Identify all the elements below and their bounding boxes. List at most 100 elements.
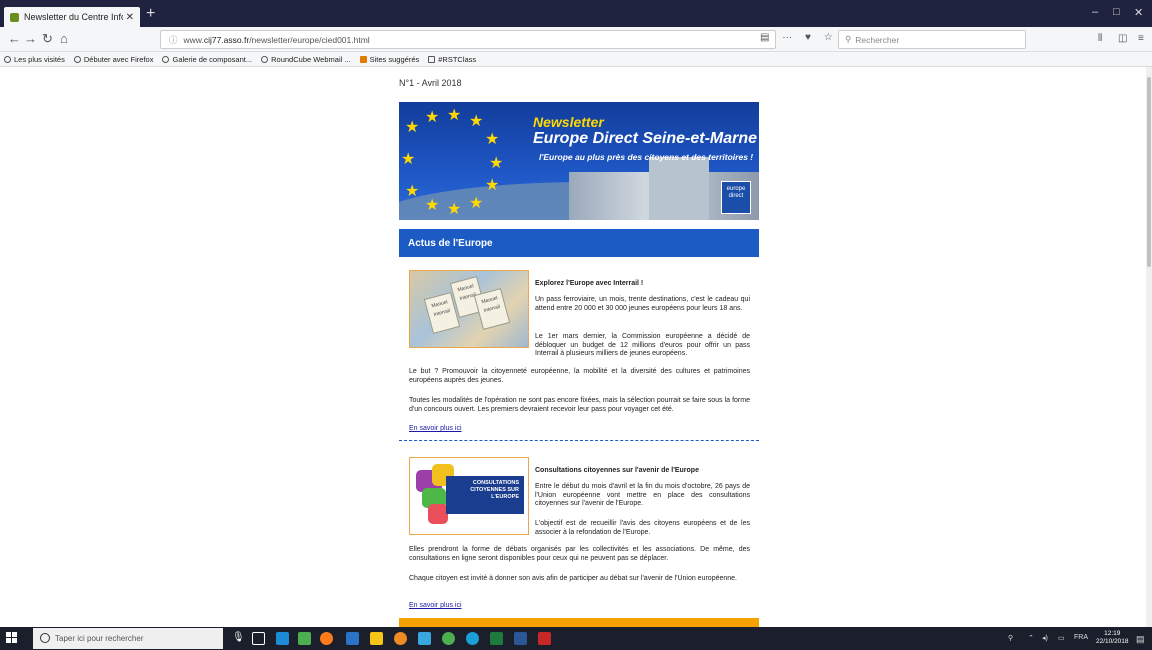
speech-bubble-image xyxy=(428,504,448,524)
globe-icon xyxy=(162,55,170,63)
chrome-icon[interactable] xyxy=(442,632,455,645)
edge-icon[interactable] xyxy=(276,632,289,645)
notifications-icon[interactable]: ▤ xyxy=(1136,634,1145,645)
star-icon: ★ xyxy=(447,201,462,218)
bookmark-label: Galerie de composant... xyxy=(172,54,253,64)
bookmark-item[interactable]: Débuter avec Firefox xyxy=(73,54,154,64)
star-icon: ★ xyxy=(489,155,504,172)
app-icon[interactable] xyxy=(466,632,479,645)
close-tab-icon[interactable]: ✕ xyxy=(126,12,134,23)
browser-titlebar: Newsletter du Centre Informati ✕ + – □ ✕ xyxy=(0,0,1152,27)
search-icon: ⚲ xyxy=(845,34,852,44)
gear-icon xyxy=(4,55,11,63)
parliament-tower-image xyxy=(649,157,709,220)
network-icon[interactable]: ▭ xyxy=(1058,634,1065,642)
consultations-label: CONSULTATIONS CITOYENNES SUR L'EUROPE xyxy=(446,476,524,514)
globe-icon xyxy=(73,55,81,63)
consultations-thumbnail: CONSULTATIONS CITOYENNES SUR L'EUROPE xyxy=(409,457,529,535)
article-separator xyxy=(399,440,759,441)
star-icon: ★ xyxy=(469,195,484,212)
firefox-icon[interactable] xyxy=(320,632,333,645)
acrobat-icon[interactable] xyxy=(538,632,551,645)
issue-number: N°1 - Avril 2018 xyxy=(399,78,462,88)
bookmark-item[interactable]: Les plus visités xyxy=(4,55,65,64)
taskbar: Taper ici pour rechercher 🎙 ⚲ ⌃ ◂) ▭ FRA… xyxy=(0,627,1152,650)
read-more-link[interactable]: En savoir plus ici xyxy=(409,602,462,611)
maximize-button[interactable]: □ xyxy=(1113,6,1120,18)
store-icon[interactable] xyxy=(370,632,383,645)
cortana-icon xyxy=(40,633,50,643)
article-paragraph: Chaque citoyen est invité à donner son a… xyxy=(409,575,737,582)
bookmark-item[interactable]: Sites suggérés xyxy=(359,54,420,64)
close-window-button[interactable]: ✕ xyxy=(1134,6,1143,19)
back-icon[interactable]: ← xyxy=(8,31,21,47)
bookmark-item[interactable]: Galerie de composant... xyxy=(162,55,252,64)
banner-tagline: l'Europe au plus près des citoyens et de… xyxy=(539,152,754,162)
banner-title: Newsletter xyxy=(533,114,604,130)
search-placeholder: Rechercher xyxy=(855,34,900,45)
minimize-button[interactable]: – xyxy=(1092,6,1098,18)
taskbar-search-input[interactable]: Taper ici pour rechercher xyxy=(33,628,223,649)
bookmark-label: Débuter avec Firefox xyxy=(83,54,154,64)
language-indicator[interactable]: FRA xyxy=(1074,634,1088,641)
bookmarks-bar: Les plus visités Débuter avec Firefox Ga… xyxy=(0,52,1152,67)
suggested-sites-icon xyxy=(359,55,367,63)
star-icon: ★ xyxy=(401,151,416,168)
reload-icon[interactable]: ↻ xyxy=(42,31,53,47)
url-bar[interactable]: ⓘ www. cij77.asso.fr/newsletter/europe/ci… xyxy=(160,30,776,49)
bookmark-star-icon[interactable]: ☆ xyxy=(824,32,833,43)
sidebar-icon[interactable]: ◫ xyxy=(1118,33,1127,44)
page-actions-icon[interactable]: ··· xyxy=(782,32,792,43)
article-paragraph: Un pass ferroviaire, un mois, trente des… xyxy=(535,296,750,312)
article-paragraph: Elles prendront la forme de débats organ… xyxy=(409,546,750,562)
microphone-icon[interactable]: 🎙 xyxy=(232,632,245,645)
article-paragraph: Toutes les modalités de l'opération ne s… xyxy=(409,397,750,413)
app-icon[interactable] xyxy=(298,632,311,645)
bookmark-label: Sites suggérés xyxy=(369,54,420,64)
windows-start-icon[interactable] xyxy=(6,632,18,644)
next-section-header xyxy=(399,618,759,627)
excel-icon[interactable] xyxy=(490,632,503,645)
app-icon[interactable] xyxy=(394,632,407,645)
star-icon: ★ xyxy=(405,119,420,136)
europe-direct-logo: europe direct xyxy=(721,181,751,214)
search-input[interactable]: ⚲ Rechercher xyxy=(838,30,1026,49)
scrollbar-thumb[interactable] xyxy=(1147,77,1151,267)
photos-icon[interactable] xyxy=(418,632,431,645)
library-icon[interactable]: ⫴ xyxy=(1098,33,1102,44)
home-icon[interactable]: ⌂ xyxy=(60,31,68,47)
clock-date: 22/10/2018 xyxy=(1096,638,1129,645)
banner-name: Europe Direct Seine-et-Marne xyxy=(533,130,758,147)
star-icon: ★ xyxy=(469,113,484,130)
article-consultations: CONSULTATIONS CITOYENNES SUR L'EUROPE Co… xyxy=(409,457,750,617)
volume-icon[interactable]: ◂) xyxy=(1042,634,1048,642)
article-interrail: Manuel Interrail Manuel Interrail Manuel… xyxy=(409,270,750,435)
pocket-icon[interactable]: ♥ xyxy=(805,32,811,43)
navigation-bar: ← → ↻ ⌂ ⓘ www. cij77.asso.fr/newsletter/e… xyxy=(0,27,1152,52)
outlook-icon[interactable] xyxy=(346,632,359,645)
bookmark-item[interactable]: #RSTClass xyxy=(428,55,476,64)
read-more-link[interactable]: En savoir plus ici xyxy=(409,425,462,434)
info-icon[interactable]: ⓘ xyxy=(169,34,178,46)
word-icon[interactable] xyxy=(514,632,527,645)
tab-title: Newsletter du Centre Informati xyxy=(24,12,123,22)
people-icon[interactable]: ⚲ xyxy=(1008,634,1013,642)
article-title: Consultations citoyennes sur l'avenir de… xyxy=(535,467,699,474)
reader-view-icon[interactable]: ▤ xyxy=(760,32,769,43)
menu-icon[interactable]: ≡ xyxy=(1138,33,1144,44)
browser-tab[interactable]: Newsletter du Centre Informati ✕ xyxy=(4,7,140,27)
page-scrollbar[interactable] xyxy=(1146,67,1152,627)
bookmark-label: #RSTClass xyxy=(438,54,477,64)
forward-icon[interactable]: → xyxy=(24,31,37,47)
star-icon: ★ xyxy=(425,109,440,126)
bookmark-item[interactable]: RoundCube Webmail ... xyxy=(261,55,351,64)
article-paragraph: Le but ? Promouvoir la citoyenneté europ… xyxy=(409,368,750,384)
bookmark-label: Les plus visités xyxy=(14,54,65,64)
new-tab-button[interactable]: + xyxy=(146,6,155,22)
taskbar-clock[interactable]: 12:19 22/10/2018 xyxy=(1096,630,1129,646)
star-icon: ★ xyxy=(447,107,462,124)
tray-chevron-icon[interactable]: ⌃ xyxy=(1028,634,1034,642)
guidebook-image: Manuel Interrail xyxy=(473,287,511,331)
task-view-icon[interactable] xyxy=(252,632,265,645)
article-title: Explorez l'Europe avec Interrail ! xyxy=(535,280,644,287)
